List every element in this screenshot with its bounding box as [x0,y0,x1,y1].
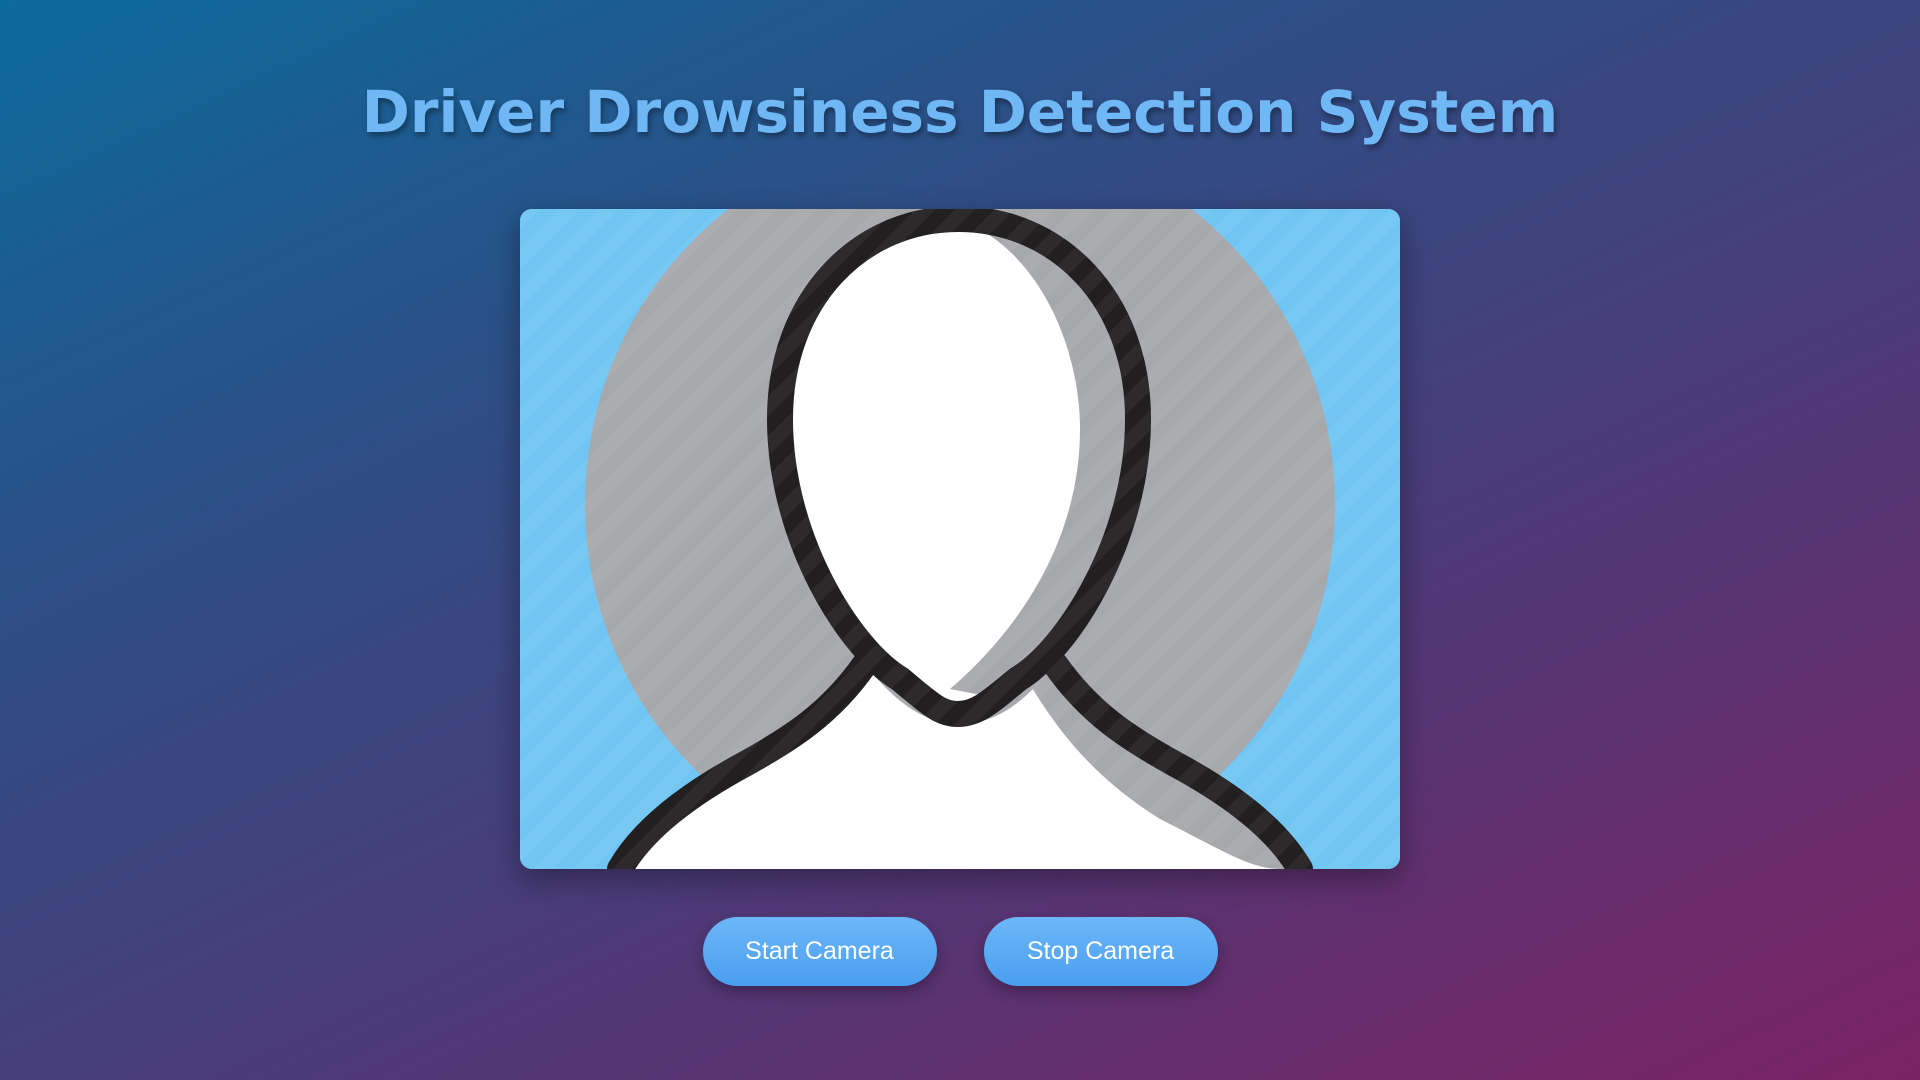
start-camera-button[interactable]: Start Camera [702,917,937,986]
page-title: Driver Drowsiness Detection System [361,78,1559,146]
camera-controls: Start Camera Stop Camera [0,917,1920,986]
person-silhouette-icon [520,209,1400,869]
stop-camera-button[interactable]: Stop Camera [983,917,1218,986]
camera-feed [520,209,1400,869]
